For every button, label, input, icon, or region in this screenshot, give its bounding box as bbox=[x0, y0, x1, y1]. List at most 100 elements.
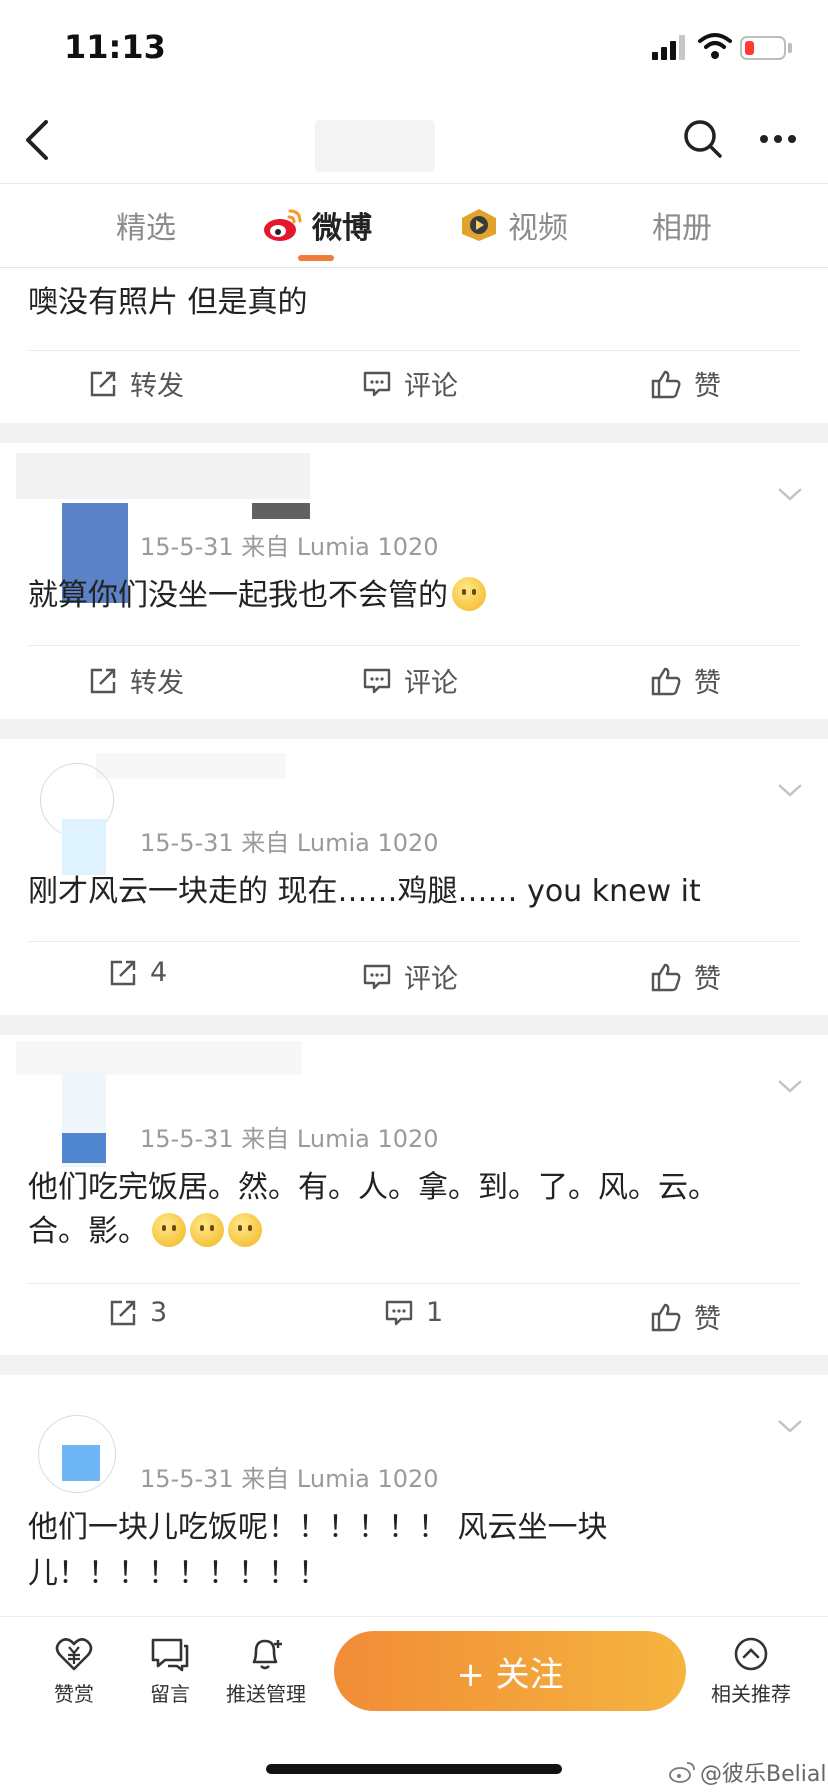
battery-cap bbox=[788, 43, 792, 53]
tab-video[interactable]: 视频 bbox=[458, 200, 568, 250]
like-button[interactable]: 赞 bbox=[650, 364, 721, 403]
video-badge-icon bbox=[462, 209, 496, 241]
cellular-signal-icon bbox=[652, 34, 688, 60]
emoji-icon bbox=[152, 1213, 186, 1247]
comment-button[interactable]: 评论 bbox=[362, 957, 458, 996]
post-card: 15-5-31 来自 Lumia 1020 刚才风云一块走的 现在……鸡腿…… … bbox=[0, 739, 828, 1015]
message-button[interactable]: 留言 bbox=[122, 1636, 218, 1707]
comment-button[interactable]: 1 bbox=[384, 1297, 443, 1328]
like-label: 赞 bbox=[694, 668, 721, 699]
repost-count: 3 bbox=[150, 1297, 168, 1328]
nav-divider bbox=[0, 183, 828, 184]
avatar[interactable] bbox=[62, 1445, 100, 1481]
search-icon[interactable] bbox=[682, 118, 724, 160]
feed-gap bbox=[0, 1355, 828, 1375]
thumbs-up-icon bbox=[651, 963, 681, 991]
post-card: 15-5-31 来自 Lumia 1020 就算你们没坐一起我也不会管的 转发 … bbox=[0, 443, 828, 719]
more-options-icon[interactable] bbox=[758, 132, 798, 146]
watermark-text: @彼乐Belial bbox=[700, 1762, 827, 1787]
like-button[interactable]: 赞 bbox=[650, 957, 721, 996]
username-obscured bbox=[16, 453, 310, 499]
comment-count: 1 bbox=[426, 1297, 444, 1328]
like-button[interactable]: 赞 bbox=[650, 1297, 721, 1336]
tab-weibo[interactable]: 微博 bbox=[262, 200, 372, 250]
post-text: 就算你们没坐一起我也不会管的 bbox=[28, 573, 486, 619]
post-card: 15-5-31 来自 Lumia 1020 他们一块儿吃饭呢！！！！！！ 风云坐… bbox=[0, 1375, 828, 1616]
post-divider bbox=[28, 645, 800, 646]
repost-button[interactable]: 4 bbox=[108, 957, 167, 988]
message-icon bbox=[151, 1638, 189, 1672]
username-obscured bbox=[252, 503, 310, 519]
emoji-icon bbox=[190, 1213, 224, 1247]
repost-icon bbox=[110, 1300, 136, 1325]
wifi-icon bbox=[698, 33, 732, 59]
feed-gap bbox=[0, 1015, 828, 1035]
post-text-line: 合。影。 bbox=[28, 1209, 262, 1255]
home-indicator[interactable] bbox=[266, 1764, 562, 1774]
repost-icon bbox=[110, 960, 136, 985]
like-label: 赞 bbox=[694, 371, 721, 402]
reward-heart-icon bbox=[55, 1638, 93, 1671]
thumbs-up-icon bbox=[651, 1303, 681, 1331]
comment-button[interactable]: 评论 bbox=[362, 661, 458, 700]
push-settings-button[interactable]: 推送管理 bbox=[218, 1636, 314, 1707]
like-button[interactable]: 赞 bbox=[650, 661, 721, 700]
chevron-down-icon[interactable] bbox=[776, 1077, 804, 1095]
post-text-line: 他们吃完饭居。然。有。人。拿。到。了。风。云。 bbox=[28, 1170, 718, 1205]
tab-label: 相册 bbox=[652, 211, 712, 246]
avatar[interactable] bbox=[62, 819, 106, 875]
bell-icon bbox=[252, 1639, 282, 1670]
page-title-obscured bbox=[315, 120, 435, 172]
comment-label: 评论 bbox=[404, 964, 458, 995]
repost-icon bbox=[90, 371, 116, 396]
post-card: 噢没有照片 但是真的 转发 评论 赞 bbox=[0, 268, 828, 423]
like-label: 赞 bbox=[694, 1304, 721, 1335]
reward-label: 赞赏 bbox=[54, 1682, 94, 1706]
post-meta: 15-5-31 来自 Lumia 1020 bbox=[140, 1465, 439, 1493]
avatar[interactable] bbox=[62, 1133, 106, 1163]
thumbs-up-icon bbox=[651, 667, 681, 695]
weibo-logo-icon bbox=[264, 209, 302, 241]
battery-icon bbox=[740, 36, 786, 60]
chevron-down-icon[interactable] bbox=[776, 485, 804, 503]
message-label: 留言 bbox=[150, 1682, 190, 1706]
post-text-line: 儿！！！！！！！！！ bbox=[28, 1556, 328, 1591]
reward-button[interactable]: 赞赏 bbox=[26, 1636, 122, 1707]
feed-gap bbox=[0, 423, 828, 443]
repost-label: 转发 bbox=[130, 668, 184, 699]
chevron-up-circle-icon bbox=[734, 1637, 768, 1671]
tab-label: 视频 bbox=[508, 211, 568, 246]
repost-button[interactable]: 转发 bbox=[88, 661, 184, 700]
repost-icon bbox=[90, 668, 116, 693]
comment-button[interactable]: 评论 bbox=[362, 364, 458, 403]
comment-icon bbox=[363, 964, 391, 989]
watermark: @彼乐Belial bbox=[668, 1756, 826, 1788]
post-meta: 15-5-31 来自 Lumia 1020 bbox=[140, 1125, 439, 1153]
post-text: 噢没有照片 但是真的 bbox=[28, 285, 308, 320]
related-recommend-button[interactable]: 相关推荐 bbox=[696, 1636, 806, 1707]
tab-label: 精选 bbox=[116, 211, 176, 246]
chevron-down-icon[interactable] bbox=[776, 781, 804, 799]
tab-album[interactable]: 相册 bbox=[652, 200, 712, 250]
chevron-down-icon[interactable] bbox=[776, 1417, 804, 1435]
post-card: 15-5-31 来自 Lumia 1020 他们吃完饭居。然。有。人。拿。到。了… bbox=[0, 1035, 828, 1355]
emoji-icon bbox=[228, 1213, 262, 1247]
repost-label: 转发 bbox=[130, 371, 184, 402]
repost-button[interactable]: 3 bbox=[108, 1297, 167, 1328]
comment-icon bbox=[363, 371, 391, 396]
comment-icon bbox=[385, 1300, 413, 1325]
active-tab-indicator bbox=[298, 255, 334, 261]
status-time: 11:13 bbox=[64, 28, 166, 66]
comment-label: 评论 bbox=[404, 668, 458, 699]
post-text: 刚才风云一块走的 现在……鸡腿…… you knew it bbox=[28, 874, 701, 909]
weibo-watermark-icon bbox=[669, 1762, 695, 1783]
back-arrow-icon[interactable] bbox=[22, 118, 52, 162]
tab-label: 微博 bbox=[312, 211, 372, 246]
repost-button[interactable]: 转发 bbox=[88, 364, 184, 403]
push-settings-label: 推送管理 bbox=[226, 1682, 306, 1706]
repost-count: 4 bbox=[150, 957, 168, 988]
username-obscured bbox=[96, 753, 286, 779]
post-divider bbox=[28, 941, 800, 942]
tab-featured[interactable]: 精选 bbox=[116, 200, 176, 250]
follow-button[interactable]: + 关注 bbox=[334, 1631, 686, 1711]
